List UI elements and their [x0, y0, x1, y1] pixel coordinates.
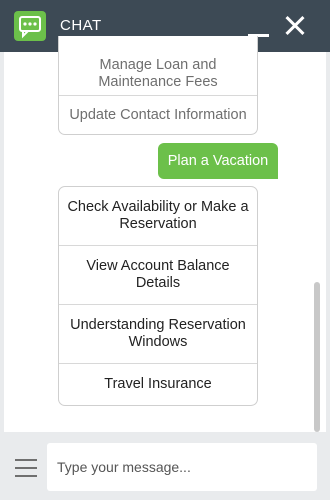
- chat-bubble-icon: [14, 11, 46, 41]
- scrollbar[interactable]: [314, 282, 320, 432]
- chat-title: CHAT: [60, 17, 102, 34]
- minimize-icon[interactable]: [248, 14, 270, 38]
- hamburger-menu-icon[interactable]: [15, 459, 37, 477]
- close-icon[interactable]: [284, 15, 306, 37]
- option-update-contact[interactable]: Update Contact Information: [59, 96, 257, 134]
- previous-options-list: Manage Loan and Maintenance Fees Update …: [58, 36, 258, 135]
- option-travel-insurance[interactable]: Travel Insurance: [59, 364, 257, 404]
- user-message-bubble: Plan a Vacation: [158, 143, 278, 179]
- option-reservation-windows[interactable]: Understanding Reservation Windows: [59, 305, 257, 364]
- current-options-list: Check Availability or Make a Reservation…: [58, 186, 258, 406]
- message-input[interactable]: [47, 443, 317, 491]
- option-check-availability[interactable]: Check Availability or Make a Reservation: [59, 187, 257, 246]
- option-account-balance[interactable]: View Account Balance Details: [59, 246, 257, 305]
- option-manage-loan[interactable]: Manage Loan and Maintenance Fees: [59, 36, 257, 96]
